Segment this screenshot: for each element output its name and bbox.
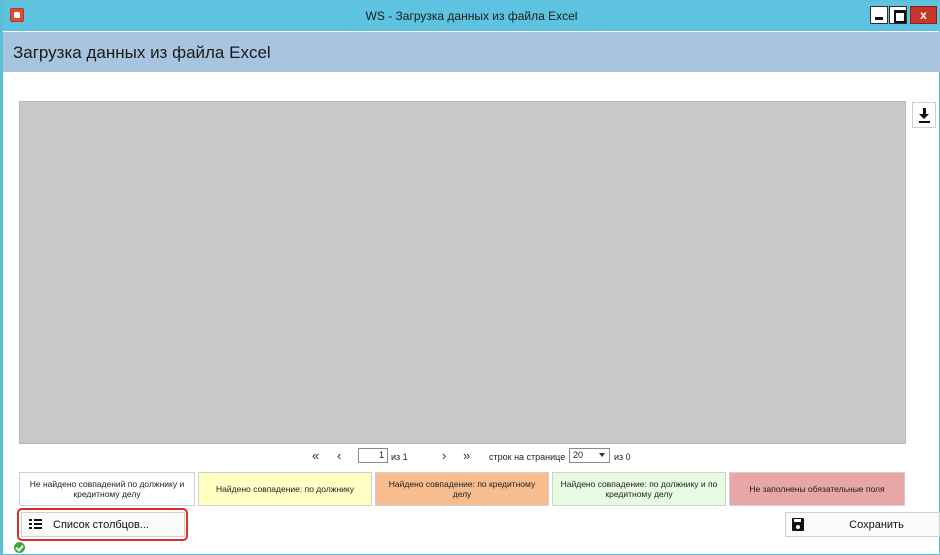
list-icon [29, 519, 42, 530]
page-title: Загрузка данных из файла Excel [13, 43, 271, 62]
close-button[interactable]: x [910, 6, 937, 24]
page-count-label: из 1 [391, 452, 408, 462]
first-page-button[interactable]: « [312, 448, 319, 464]
chevron-down-icon [599, 453, 605, 457]
next-page-button[interactable]: › [442, 448, 446, 464]
maximize-button[interactable] [889, 6, 907, 24]
close-icon: x [920, 8, 927, 22]
page-header: Загрузка данных из файла Excel [3, 32, 940, 72]
app-window: WS - Загрузка данных из файла Excel x За… [0, 0, 940, 555]
rows-per-page-value: 20 [573, 450, 584, 460]
rows-per-page-select[interactable]: 20 [569, 448, 610, 463]
rows-per-page-label: строк на странице [489, 452, 566, 462]
columns-list-label: Список столбцов... [53, 519, 149, 531]
prev-page-button[interactable]: ‹ [337, 448, 341, 464]
title-bar[interactable]: WS - Загрузка данных из файла Excel x [3, 1, 940, 31]
data-grid[interactable] [19, 101, 906, 444]
legend-required-missing: Не заполнены обязательные поля [729, 472, 905, 506]
page-number-input[interactable]: 1 [358, 448, 388, 463]
legend-match-debtor: Найдено совпадение: по должнику [198, 472, 372, 506]
download-button[interactable] [912, 102, 936, 128]
download-icon [919, 121, 930, 123]
save-label: Сохранить [849, 519, 904, 531]
total-rows-label: из 0 [614, 452, 631, 462]
legend-match-credit: Найдено совпадение: по кредитному делу [375, 472, 549, 506]
last-page-button[interactable]: » [463, 448, 470, 464]
legend-match-both: Найдено совпадение: по должнику и по кре… [552, 472, 726, 506]
window-title: WS - Загрузка данных из файла Excel [365, 9, 578, 23]
check-circle-icon [14, 542, 25, 553]
minimize-button[interactable] [870, 6, 888, 24]
columns-list-button[interactable]: Список столбцов... [21, 512, 185, 537]
legend-no-match: Не найдено совпадений по должнику и кред… [19, 472, 195, 506]
save-button[interactable]: Сохранить [785, 512, 940, 537]
